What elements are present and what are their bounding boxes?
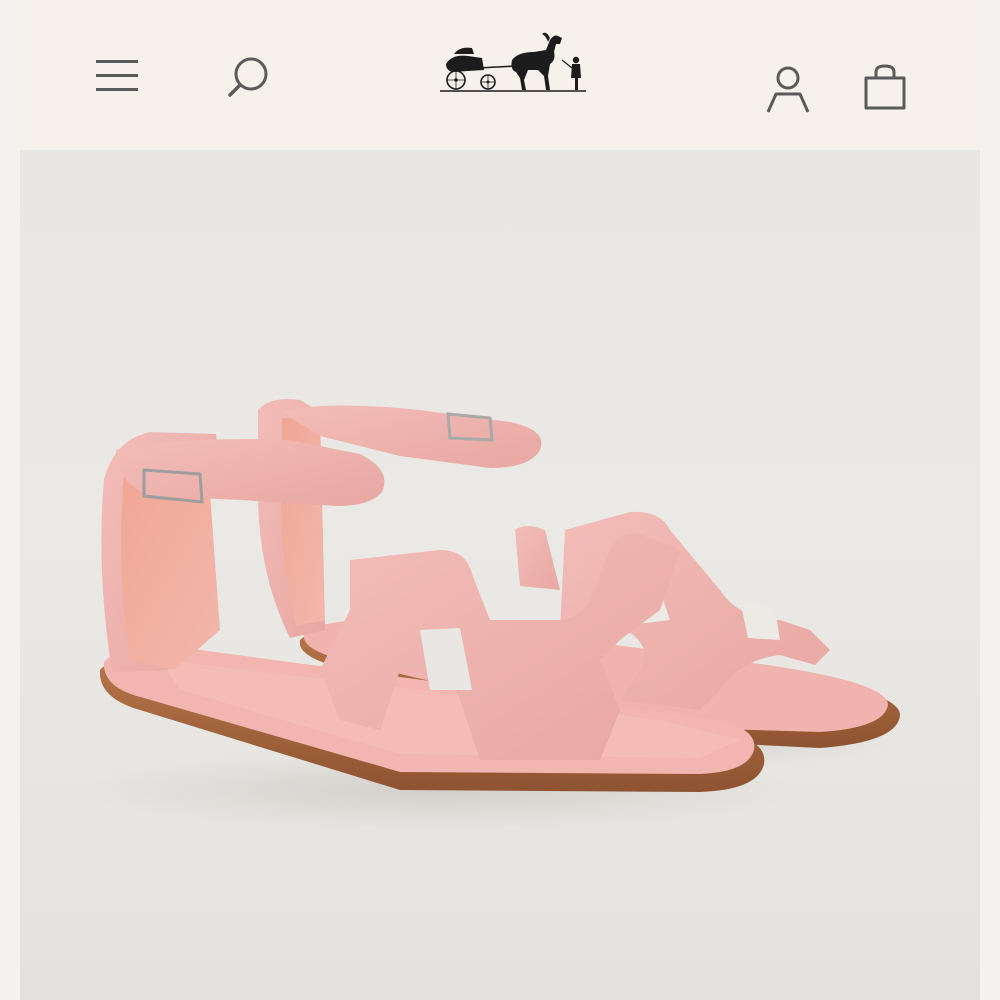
brand-logo[interactable] [438,30,588,96]
user-account-icon [766,66,810,113]
hamburger-menu-icon [96,60,138,91]
shopping-bag-icon [864,64,906,110]
menu-button[interactable] [94,54,140,98]
product-image[interactable] [20,150,980,1000]
left-edge [0,0,20,1000]
screen [0,0,1000,1000]
search-icon [228,57,268,97]
product-photo-pink-sandals [80,399,900,830]
site-header [20,0,980,150]
horse-carriage-logo [440,32,586,92]
app-window [20,0,980,1000]
search-button[interactable] [226,54,272,100]
right-edge [980,0,1000,1000]
account-button[interactable] [764,66,812,114]
shopping-bag-button[interactable] [862,64,908,110]
